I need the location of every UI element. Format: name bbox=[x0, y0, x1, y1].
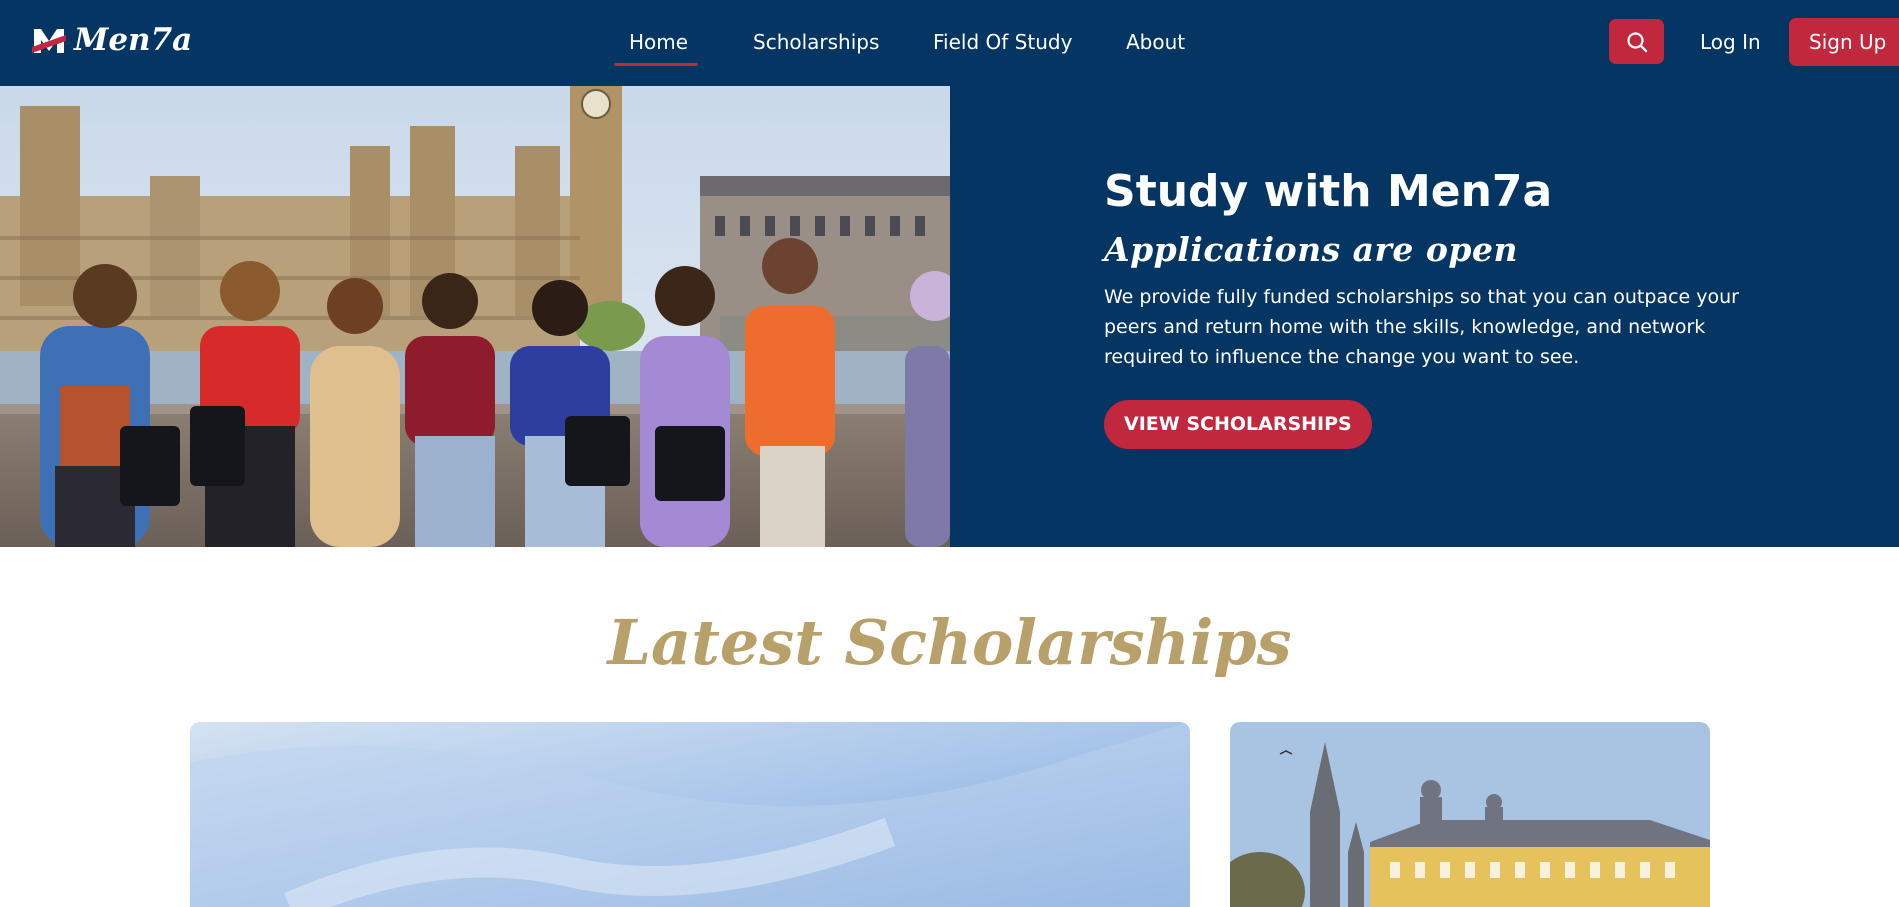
search-icon bbox=[1626, 31, 1647, 52]
nav-scholarships[interactable]: Scholarships bbox=[753, 28, 879, 56]
login-link[interactable]: Log In bbox=[1700, 28, 1761, 56]
scholarship-card[interactable] bbox=[190, 722, 1190, 907]
latest-scholarships-heading: Latest Scholarships bbox=[607, 606, 1292, 679]
active-nav-indicator bbox=[614, 63, 698, 66]
scholarship-card-image bbox=[190, 722, 1190, 907]
scholarship-card-image bbox=[1230, 722, 1710, 907]
hero-description: We provide fully funded scholarships so … bbox=[1104, 286, 1739, 368]
search-button[interactable] bbox=[1609, 19, 1664, 64]
signup-button[interactable]: Sign Up bbox=[1789, 18, 1899, 66]
hero-section: Study with Men7a Applications are open W… bbox=[0, 86, 1899, 547]
hero-content: Study with Men7a Applications are open W… bbox=[1104, 166, 1754, 449]
scholarship-card[interactable] bbox=[1230, 722, 1710, 907]
top-navbar: Men7a Home Scholarships Field Of Study A… bbox=[0, 0, 1899, 86]
hero-title: Study with Men7a bbox=[1104, 166, 1553, 217]
nav-field-of-study[interactable]: Field Of Study bbox=[933, 28, 1072, 56]
hero-subtitle: Applications are open bbox=[1104, 230, 1518, 269]
hero-image bbox=[0, 86, 950, 547]
view-scholarships-button[interactable]: VIEW SCHOLARSHIPS bbox=[1104, 400, 1372, 449]
nav-home[interactable]: Home bbox=[629, 28, 688, 56]
nav-about[interactable]: About bbox=[1126, 28, 1185, 56]
